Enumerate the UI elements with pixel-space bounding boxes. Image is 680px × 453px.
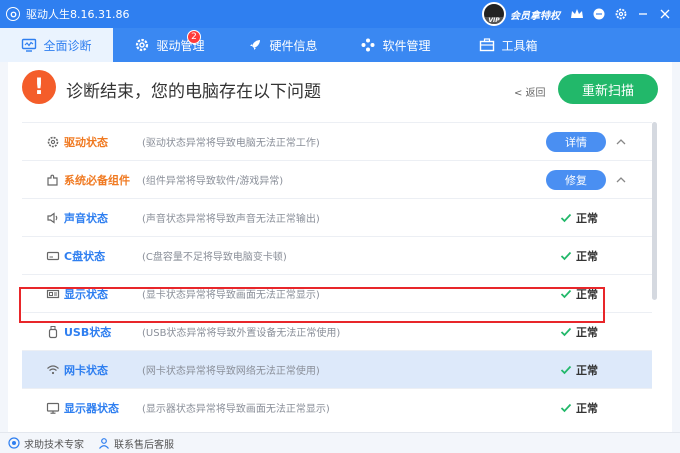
tab-driver-management[interactable]: 驱动管理 2 (113, 28, 226, 62)
tab-software-management[interactable]: 软件管理 (339, 28, 452, 62)
display-icon (46, 401, 60, 415)
result-title: 诊断结束，您的电脑存在以下问题 (66, 82, 321, 102)
rescan-button[interactable]: 重新扫描 (558, 74, 658, 104)
item-name: USB状态 (64, 325, 112, 339)
status-ok: 正常 (560, 400, 598, 416)
status-label: 正常 (576, 288, 598, 301)
list-item-network-status: 网卡状态 (网卡状态异常将导致网络无法正常使用) 正常 (22, 350, 652, 388)
disk-icon (46, 249, 60, 263)
footer-bar: 求助技术专家 联系售后客服 (0, 432, 680, 453)
scrollbar-thumb[interactable] (652, 122, 657, 300)
tab-label: 工具箱 (501, 38, 538, 53)
headset-icon (8, 437, 20, 449)
gear-icon (136, 38, 149, 52)
title-bar: 驱动人生8.16.31.86 VIP 会员拿特权 (0, 0, 680, 28)
item-name: 显示状态 (64, 287, 108, 301)
crown-icon[interactable] (568, 5, 586, 23)
check-icon (560, 289, 572, 299)
list-item-c-drive-status: C盘状态 (C盘容量不足将导致电脑变卡顿) 正常 (22, 236, 652, 274)
person-icon (99, 438, 109, 449)
item-description: (驱动状态异常将导致电脑无法正常工作) (142, 138, 320, 149)
tab-diagnosis[interactable]: 全面诊断 (0, 28, 113, 62)
app-logo-icon (6, 7, 20, 21)
tab-label: 软件管理 (382, 38, 431, 53)
help-label: 求助技术专家 (24, 439, 84, 451)
check-icon (560, 327, 572, 337)
toolbox-icon (480, 38, 495, 52)
item-name: 驱动状态 (64, 135, 108, 149)
list-item-sound-status: 声音状态 (声音状态异常将导致声音无法正常输出) 正常 (22, 198, 652, 236)
status-ok: 正常 (560, 248, 598, 264)
status-label: 正常 (576, 326, 598, 339)
main-nav: 全面诊断 驱动管理 2 硬件信息 软件管理 工具箱 (0, 28, 680, 62)
usb-icon (46, 325, 60, 339)
list-item-display-status: 显示状态 (显卡状态异常将导致画面无法正常显示) 正常 (22, 274, 652, 312)
back-link[interactable]: < 返回 (514, 84, 546, 99)
check-icon (560, 365, 572, 375)
status-ok: 正常 (560, 362, 598, 378)
tab-label: 硬件信息 (269, 38, 318, 53)
status-ok: 正常 (560, 210, 598, 226)
item-description: (声音状态异常将导致声音无法正常输出) (142, 214, 320, 225)
member-label[interactable]: 会员拿特权 (510, 7, 560, 22)
repair-button[interactable]: 修复 (546, 170, 606, 190)
diagnosis-panel: ! 诊断结束，您的电脑存在以下问题 < 返回 重新扫描 驱动状态 (驱动状态异常… (8, 62, 672, 432)
item-name: C盘状态 (64, 249, 106, 263)
details-button[interactable]: 详情 (546, 132, 606, 152)
chevron-up-icon[interactable] (614, 135, 628, 149)
tab-label: 全面诊断 (43, 38, 92, 53)
service-chat-icon[interactable] (590, 5, 608, 23)
apps-icon (361, 38, 375, 52)
check-icon (560, 213, 572, 223)
item-description: (C盘容量不足将导致电脑变卡顿) (142, 252, 287, 263)
wifi-icon (46, 363, 60, 377)
list-item-monitor-status: 显示器状态 (显示器状态异常将导致画面无法正常显示) 正常 (22, 388, 652, 426)
list-item-usb-status: USB状态 (USB状态异常将导致外置设备无法正常使用) 正常 (22, 312, 652, 350)
item-description: (网卡状态异常将导致网络无法正常使用) (142, 366, 320, 377)
monitor-icon (22, 38, 37, 52)
minimize-icon[interactable] (634, 5, 652, 23)
item-description: (USB状态异常将导致外置设备无法正常使用) (142, 328, 341, 339)
vip-tag: VIP (484, 17, 504, 24)
settings-gear-icon[interactable] (612, 5, 630, 23)
vip-avatar[interactable]: VIP (482, 2, 506, 26)
item-name: 声音状态 (64, 211, 108, 225)
close-icon[interactable] (656, 5, 674, 23)
rocket-icon (250, 40, 261, 50)
chevron-up-icon[interactable] (614, 173, 628, 187)
status-label: 正常 (576, 212, 598, 225)
item-name: 显示器状态 (64, 401, 119, 415)
app-title: 驱动人生8.16.31.86 (26, 8, 130, 21)
tab-hardware-info[interactable]: 硬件信息 (226, 28, 339, 62)
service-label: 联系售后客服 (114, 439, 174, 451)
tab-toolbox[interactable]: 工具箱 (452, 28, 565, 62)
list-item-system-components: 系统必备组件 (组件异常将导致软件/游戏异常) 修复 (22, 160, 652, 198)
notification-badge: 2 (187, 30, 201, 44)
item-name: 网卡状态 (64, 363, 108, 377)
status-ok: 正常 (560, 286, 598, 302)
puzzle-icon (46, 173, 60, 187)
status-label: 正常 (576, 402, 598, 415)
after-sales-link[interactable]: 联系售后客服 (98, 436, 174, 451)
item-description: (显示器状态异常将导致画面无法正常显示) (142, 404, 330, 415)
result-header: ! 诊断结束，您的电脑存在以下问题 < 返回 重新扫描 (8, 62, 672, 120)
status-label: 正常 (576, 250, 598, 263)
gear-icon (46, 135, 60, 149)
check-icon (560, 251, 572, 261)
item-description: (组件异常将导致软件/游戏异常) (142, 176, 284, 187)
status-ok: 正常 (560, 324, 598, 340)
item-description: (显卡状态异常将导致画面无法正常显示) (142, 290, 320, 301)
item-name: 系统必备组件 (64, 173, 130, 187)
check-icon (560, 403, 572, 413)
speaker-icon (46, 211, 60, 225)
list-item-driver-status: 驱动状态 (驱动状态异常将导致电脑无法正常工作) 详情 (22, 122, 652, 160)
help-expert-link[interactable]: 求助技术专家 (8, 436, 84, 451)
gpu-icon (46, 287, 60, 301)
status-label: 正常 (576, 364, 598, 377)
alert-icon: ! (22, 70, 56, 104)
